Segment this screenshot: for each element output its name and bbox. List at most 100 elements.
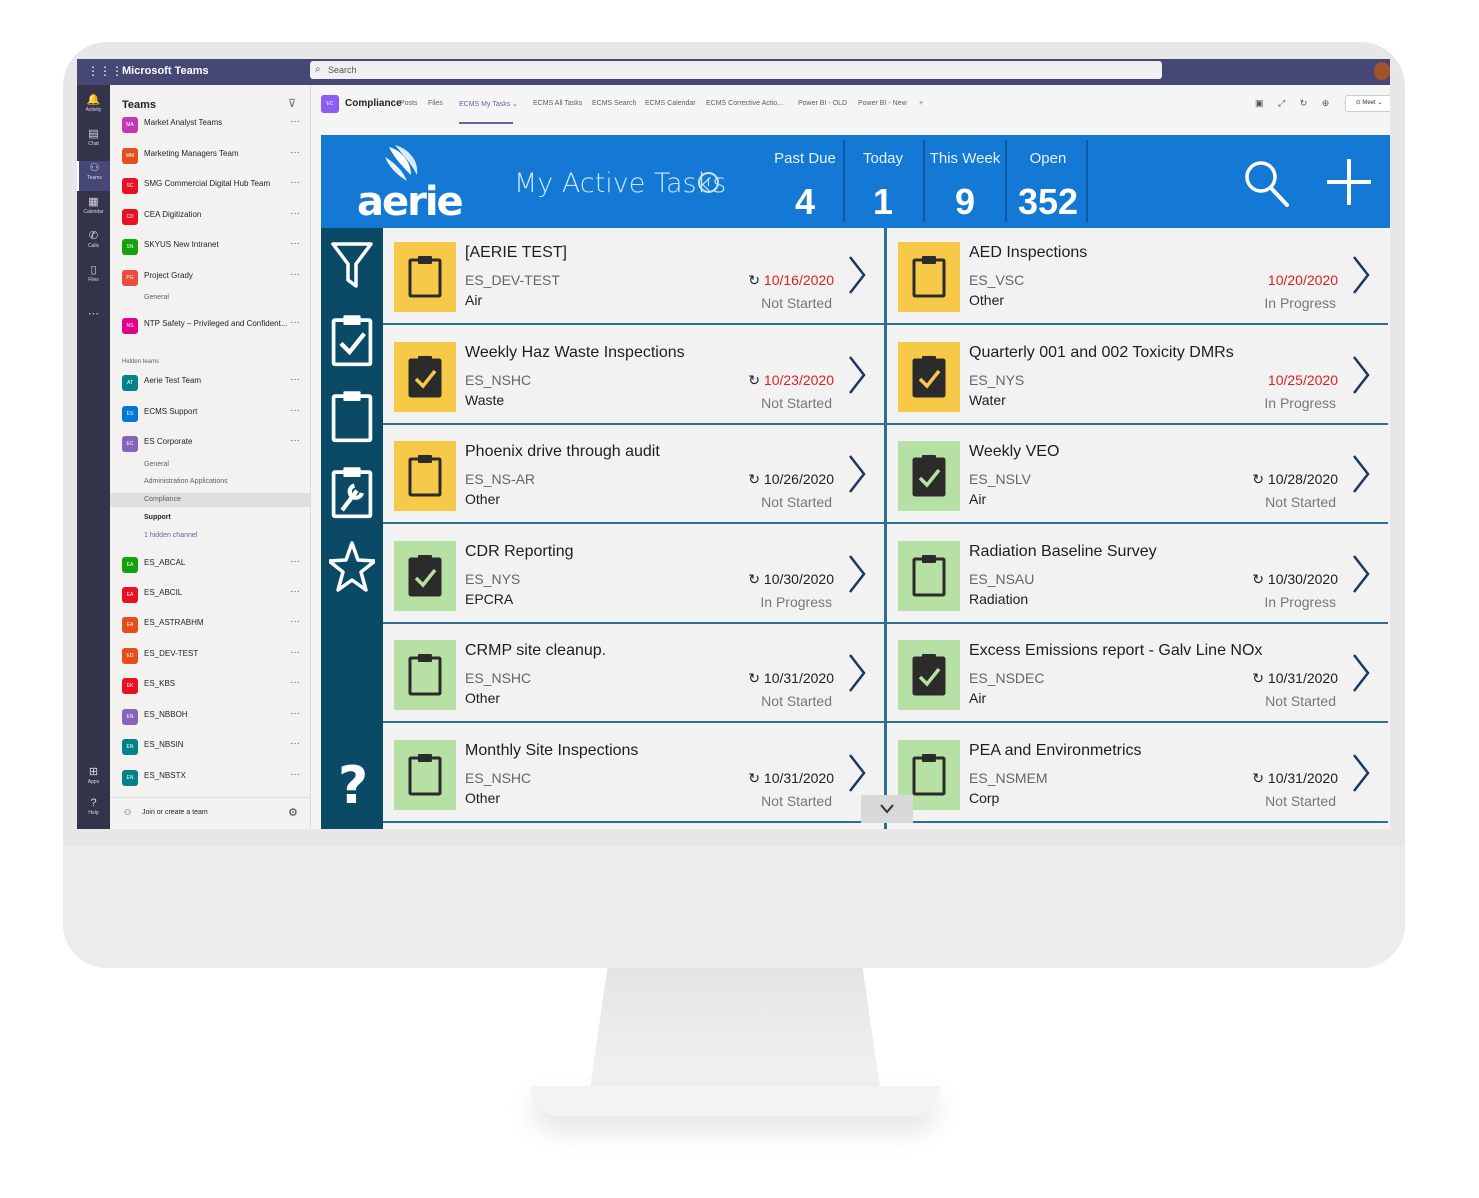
more-options-icon[interactable]: ··· bbox=[290, 738, 300, 749]
search-icon[interactable] bbox=[1243, 159, 1291, 209]
rail-item-apps[interactable]: ⊞ Apps bbox=[77, 765, 110, 795]
team-item[interactable]: EC ES Corporate ··· bbox=[122, 434, 306, 454]
more-options-icon[interactable]: ··· bbox=[290, 317, 300, 328]
more-options-icon[interactable]: ··· bbox=[290, 208, 300, 219]
stat-today[interactable]: Today 1 bbox=[845, 135, 921, 223]
task-card[interactable]: Weekly VEO ES_NSLV Air Not Started ↻ 10/28/2… bbox=[887, 427, 1388, 524]
task-card[interactable]: Monthly Site Inspections ES_NSHC Other Not … bbox=[383, 725, 884, 823]
stat-open[interactable]: Open 352 bbox=[1009, 135, 1087, 223]
rail-item-chat[interactable]: ▤ Chat bbox=[77, 127, 110, 157]
more-options-icon[interactable]: ··· bbox=[290, 708, 300, 719]
team-item[interactable]: EA ES_ABCAL ··· bbox=[122, 555, 306, 575]
chevron-right-icon[interactable] bbox=[1352, 554, 1370, 594]
team-item[interactable]: CD CEA Digitization ··· bbox=[122, 207, 306, 227]
meet-button[interactable]: ⊙ Meet ⌄ bbox=[1345, 95, 1390, 112]
add-icon[interactable] bbox=[1325, 157, 1373, 207]
rail-item-calendar[interactable]: ▦ Calendar bbox=[77, 195, 110, 225]
avatar[interactable] bbox=[1374, 62, 1390, 80]
help-icon[interactable]: ? bbox=[329, 756, 375, 816]
team-item[interactable]: EN ES_NBSTX ··· bbox=[122, 768, 306, 788]
team-item[interactable]: SN SKYUS New Intranet ··· bbox=[122, 237, 306, 257]
more-options-icon[interactable]: ··· bbox=[290, 586, 300, 597]
tab-8[interactable]: Power BI - New bbox=[858, 100, 907, 107]
chevron-right-icon[interactable] bbox=[848, 355, 866, 395]
rail-item-activity[interactable]: 🔔 Activity bbox=[77, 93, 110, 123]
rail-item-help[interactable]: ? Help bbox=[77, 797, 110, 827]
join-team-row[interactable]: ⚇ Join or create a team ⚙ bbox=[110, 797, 310, 828]
team-item[interactable]: EN ES_NBBOH ··· bbox=[122, 707, 306, 727]
more-options-icon[interactable]: ··· bbox=[290, 677, 300, 688]
task-card[interactable]: CDR Reporting ES_NYS EPCRA In Progress ↻ 10/… bbox=[383, 526, 884, 624]
info-icon[interactable]: i bbox=[698, 172, 719, 193]
task-card[interactable]: AED Inspections ES_VSC Other In Progress 10/… bbox=[887, 228, 1388, 325]
clipboard-check-icon[interactable] bbox=[329, 314, 375, 368]
tab-2[interactable]: ECMS My Tasks ⌄ bbox=[459, 100, 518, 108]
more-options-icon[interactable]: ··· bbox=[290, 238, 300, 249]
stat-this-week[interactable]: This Week 9 bbox=[925, 135, 1005, 223]
more-options-icon[interactable]: ··· bbox=[290, 647, 300, 658]
channel-item[interactable]: Compliance bbox=[110, 493, 310, 507]
task-card[interactable]: Radiation Baseline Survey ES_NSAU Radiatio… bbox=[887, 526, 1388, 624]
rail-item-teams[interactable]: ⚇ Teams bbox=[77, 161, 110, 191]
team-item[interactable]: ED ES_DEV-TEST ··· bbox=[122, 646, 306, 666]
channel-item[interactable]: General bbox=[144, 461, 169, 468]
scroll-down-button[interactable] bbox=[861, 795, 913, 823]
tab-4[interactable]: ECMS Search bbox=[592, 100, 636, 107]
rail-item-calls[interactable]: ✆ Calls bbox=[77, 229, 110, 259]
chevron-right-icon[interactable] bbox=[848, 753, 866, 793]
team-item[interactable]: ES ECMS Support ··· bbox=[122, 404, 306, 424]
more-options-icon[interactable]: ··· bbox=[290, 177, 300, 188]
tab-0[interactable]: Posts bbox=[400, 100, 418, 107]
team-item[interactable]: NS NTP Safety – Privileged and Confident.… bbox=[122, 316, 306, 336]
gear-icon[interactable]: ⚙ bbox=[288, 806, 298, 819]
chevron-right-icon[interactable] bbox=[1352, 653, 1370, 693]
rail-item-more[interactable]: ⋯ bbox=[77, 307, 110, 337]
stat-past-due[interactable]: Past Due 4 bbox=[766, 135, 844, 223]
channel-item[interactable]: 1 hidden channel bbox=[144, 532, 197, 539]
more-options-icon[interactable]: ··· bbox=[290, 116, 300, 127]
task-card[interactable]: Phoenix drive through audit ES_NS-AR Other… bbox=[383, 427, 884, 524]
more-options-icon[interactable]: ··· bbox=[290, 405, 300, 416]
header-action-icons[interactable]: ▣ ⤢ ↻ ⊕ ⋯ bbox=[1255, 98, 1359, 109]
team-item[interactable]: EN ES_NBSIN ··· bbox=[122, 737, 306, 757]
more-options-icon[interactable]: ··· bbox=[290, 374, 300, 385]
star-icon[interactable] bbox=[327, 540, 377, 594]
chevron-right-icon[interactable] bbox=[1352, 454, 1370, 494]
more-options-icon[interactable]: ··· bbox=[290, 147, 300, 158]
tab-1[interactable]: Files bbox=[428, 100, 443, 107]
chevron-right-icon[interactable] bbox=[1352, 255, 1370, 295]
clipboard-wrench-icon[interactable] bbox=[329, 466, 375, 520]
chevron-right-icon[interactable] bbox=[1352, 355, 1370, 395]
filter-icon[interactable]: ⊽ bbox=[288, 97, 296, 110]
team-item[interactable]: AT Aerie Test Team ··· bbox=[122, 373, 306, 393]
app-launcher-icon[interactable]: ⋮⋮⋮ bbox=[87, 64, 123, 78]
channel-item[interactable]: Support bbox=[144, 514, 171, 521]
more-options-icon[interactable]: ··· bbox=[290, 616, 300, 627]
more-options-icon[interactable]: ··· bbox=[290, 435, 300, 446]
task-card[interactable]: Quarterly 001 and 002 Toxicity DMRs ES_NY… bbox=[887, 327, 1388, 425]
channel-item[interactable]: General bbox=[144, 294, 169, 301]
team-item[interactable]: SC SMG Commercial Digital Hub Team ··· bbox=[122, 176, 306, 196]
more-options-icon[interactable]: ··· bbox=[290, 556, 300, 567]
task-card[interactable]: [AERIE TEST] ES_DEV-TEST Air Not Started ↻ 1… bbox=[383, 228, 884, 325]
team-item[interactable]: EA ES_ASTRABHM ··· bbox=[122, 615, 306, 635]
search-input[interactable]: ⌕ Search bbox=[310, 61, 1162, 79]
tab-5[interactable]: ECMS Calendar bbox=[645, 100, 696, 107]
task-card[interactable]: PEA and Environmetrics ES_NSMEM Corp Not St… bbox=[887, 725, 1388, 823]
rail-item-files[interactable]: ▯ Files bbox=[77, 263, 110, 293]
chevron-right-icon[interactable] bbox=[848, 554, 866, 594]
filter-icon[interactable] bbox=[329, 238, 375, 292]
task-card[interactable]: CRMP site cleanup. ES_NSHC Other Not Starte… bbox=[383, 626, 884, 723]
team-item[interactable]: MM Marketing Managers Team ··· bbox=[122, 146, 306, 166]
tab-7[interactable]: Power BI - OLD bbox=[798, 100, 847, 107]
task-card[interactable]: Weekly Haz Waste Inspections ES_NSHC Waste… bbox=[383, 327, 884, 425]
team-item[interactable]: EA ES_ABCIL ··· bbox=[122, 585, 306, 605]
team-item[interactable]: PG Project Grady ··· bbox=[122, 268, 306, 288]
tab-9[interactable]: + bbox=[919, 100, 923, 107]
tab-3[interactable]: ECMS All Tasks bbox=[533, 100, 582, 107]
tab-6[interactable]: ECMS Corrective Actio... bbox=[706, 100, 783, 107]
more-options-icon[interactable]: ··· bbox=[290, 769, 300, 780]
chevron-right-icon[interactable] bbox=[848, 454, 866, 494]
task-card[interactable]: Excess Emissions report - Galv Line NOx E… bbox=[887, 626, 1388, 723]
team-item[interactable]: EK ES_KBS ··· bbox=[122, 676, 306, 696]
